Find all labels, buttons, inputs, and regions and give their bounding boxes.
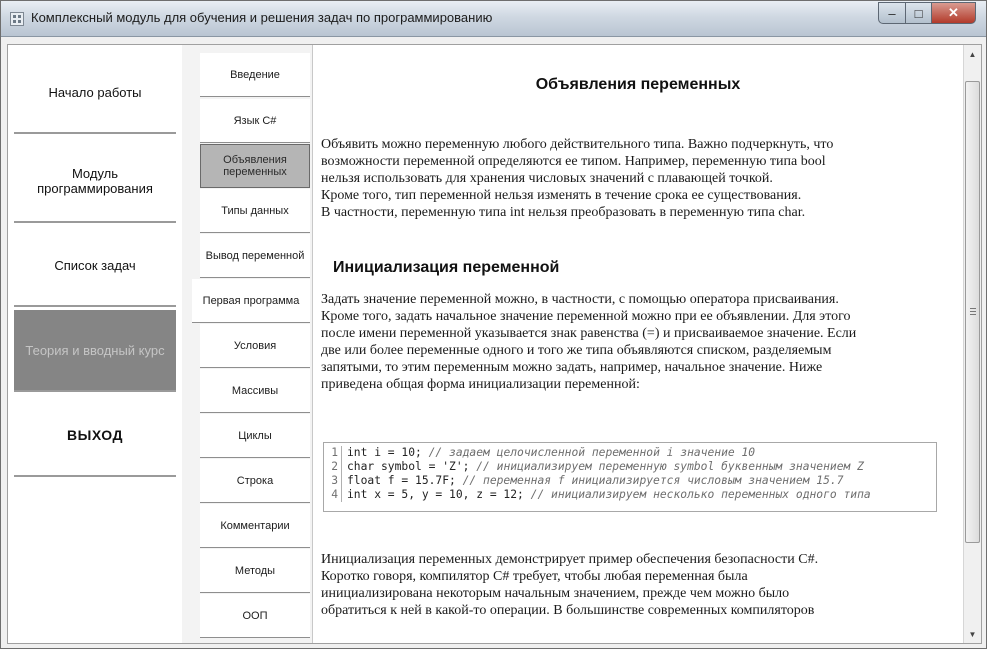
line-number: 4 <box>324 488 342 502</box>
text-line: обратиться к ней в какой-то операции. В … <box>321 603 815 618</box>
app-window: Комплексный модуль для обучения и решени… <box>0 0 987 649</box>
content-heading: Объявления переменных <box>535 76 741 93</box>
minimize-button[interactable]: – <box>878 2 906 24</box>
main-navigation: Начало работы Модуль программирования Сп… <box>8 45 183 643</box>
text-line: Задать значение переменной можно, в част… <box>321 292 839 307</box>
nav-task-list-button[interactable]: Список задач <box>14 225 176 307</box>
code-text: int i = 10; <box>347 446 429 459</box>
topic-list: Введение Язык C# Объявления переменных Т… <box>182 45 313 643</box>
topic-string[interactable]: Строка <box>200 459 310 503</box>
code-text: float f = 15.7F; <box>347 474 463 487</box>
nav-exit-button[interactable]: ВЫХОД <box>14 395 176 477</box>
maximize-button[interactable]: □ <box>906 2 932 24</box>
nav-programming-module-button[interactable]: Модуль программирования <box>14 141 176 223</box>
text-line: запятыми, то этим переменным можно задат… <box>321 360 823 375</box>
topic-loops[interactable]: Циклы <box>200 414 310 458</box>
topic-variable-declarations[interactable]: Объявления переменных <box>200 144 310 188</box>
code-line: 1 int i = 10; // задаем целочисленной пер… <box>324 446 936 460</box>
line-number: 3 <box>324 474 342 488</box>
topic-methods[interactable]: Методы <box>200 549 310 593</box>
code-line: 4 int x = 5, y = 10, z = 12; // инициализ… <box>324 488 936 502</box>
scroll-up-arrow-icon[interactable]: ▲ <box>964 45 981 63</box>
window-title: Комплексный модуль для обучения и решени… <box>31 10 493 25</box>
text-line: Коротко говоря, компилятор C# требует, ч… <box>321 569 748 584</box>
grip-icon <box>970 308 976 315</box>
paragraph-declaration: Объявить можно переменную любого действи… <box>321 136 933 221</box>
text-line: инициализирована некоторым начальным зна… <box>321 586 790 601</box>
nav-start-button[interactable]: Начало работы <box>14 52 176 134</box>
text-line: Инициализация переменных демонстрирует п… <box>321 552 819 567</box>
code-example: 1 int i = 10; // задаем целочисленной пер… <box>323 442 937 512</box>
paragraph-initialization: Задать значение переменной можно, в част… <box>321 291 933 393</box>
vertical-scrollbar[interactable]: ▲ ▼ <box>963 45 981 643</box>
client-area: Начало работы Модуль программирования Сп… <box>7 44 982 644</box>
text-line: нельзя использовать для хранения числовы… <box>321 171 773 186</box>
line-number: 1 <box>324 446 342 460</box>
code-line: 2 char symbol = 'Z'; // инициализируем пе… <box>324 460 936 474</box>
text-line: Объявить можно переменную любого действи… <box>321 137 834 152</box>
window-controls: – □ ✕ <box>878 2 976 26</box>
topic-oop[interactable]: ООП <box>200 594 310 638</box>
topic-introduction[interactable]: Введение <box>200 53 310 97</box>
scroll-down-arrow-icon[interactable]: ▼ <box>964 625 981 643</box>
text-line: приведена общая форма инициализации пере… <box>321 377 640 392</box>
theory-content: Объявления переменных Объявить можно пер… <box>313 45 963 643</box>
text-line: возможности переменной определяются ее т… <box>321 154 826 169</box>
topic-conditions[interactable]: Условия <box>200 324 310 368</box>
code-comment: // задаем целочисленной переменной i зна… <box>428 446 756 459</box>
topic-arrays[interactable]: Массивы <box>200 369 310 413</box>
paragraph-safety: Инициализация переменных демонстрирует п… <box>321 551 933 619</box>
content-subheading: Инициализация переменной <box>333 259 560 276</box>
topic-data-types[interactable]: Типы данных <box>200 189 310 233</box>
topic-variable-output[interactable]: Вывод переменной <box>200 234 310 278</box>
topic-comments[interactable]: Комментарии <box>200 504 310 548</box>
text-line: две или более переменные одного и того ж… <box>321 343 832 358</box>
scrollbar-thumb[interactable] <box>965 81 980 543</box>
code-comment: // переменная f инициализируется числовы… <box>462 474 844 487</box>
topic-first-program[interactable]: Первая программа <box>192 279 310 323</box>
topic-csharp-language[interactable]: Язык C# <box>200 99 310 143</box>
code-text: int x = 5, y = 10, z = 12; <box>347 488 531 501</box>
text-line: после имени переменной указывается знак … <box>321 326 857 341</box>
close-button[interactable]: ✕ <box>932 2 976 24</box>
text-line: Кроме того, задать начальное значение пе… <box>321 309 851 324</box>
nav-theory-button[interactable]: Теория и вводный курс <box>14 310 176 392</box>
line-number: 2 <box>324 460 342 474</box>
code-comment: // инициализируем переменную symbol букв… <box>476 460 864 473</box>
code-line: 3 float f = 15.7F; // переменная f инициа… <box>324 474 936 488</box>
app-icon[interactable] <box>10 12 24 26</box>
code-text: char symbol = 'Z'; <box>347 460 477 473</box>
code-comment: // инициализируем несколько переменных о… <box>530 488 871 501</box>
text-line: Кроме того, тип переменной нельзя изменя… <box>321 188 802 203</box>
text-line: В частности, переменную типа int нельзя … <box>321 205 806 220</box>
title-bar[interactable]: Комплексный модуль для обучения и решени… <box>1 1 986 37</box>
